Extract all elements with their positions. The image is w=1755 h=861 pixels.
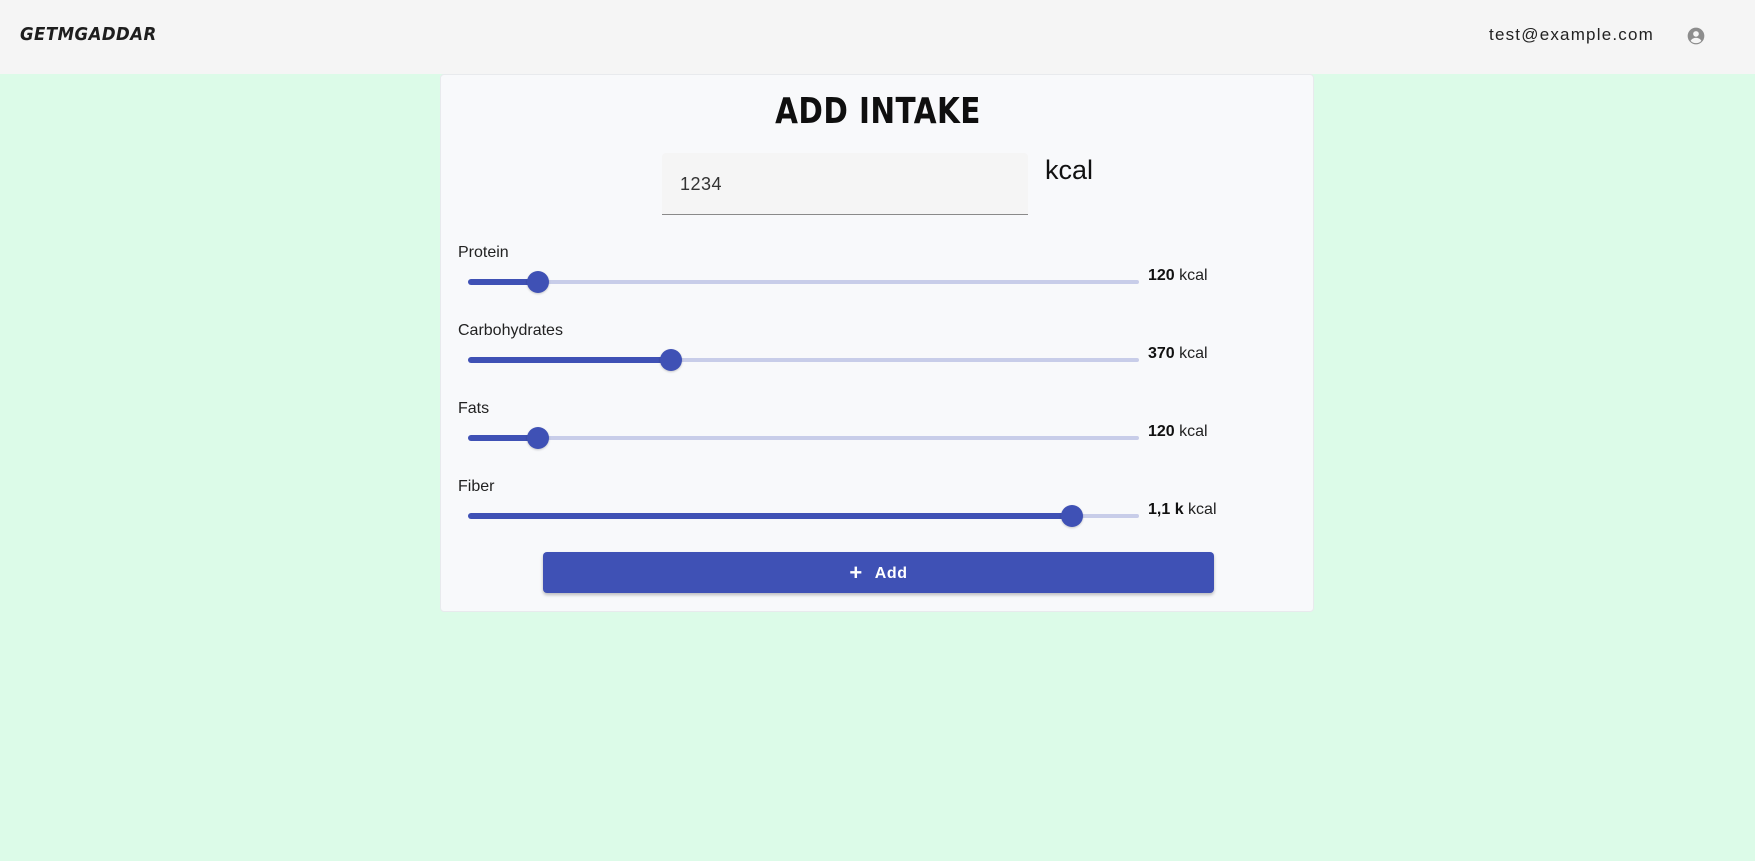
kcal-field[interactable] xyxy=(662,153,1028,215)
carbohydrates-value-unit: kcal xyxy=(1179,345,1208,362)
add-intake-card: ADD INTAKE kcal Protein 120 kcal Carbohy… xyxy=(440,74,1314,612)
slider-thumb[interactable] xyxy=(1060,505,1083,527)
fats-value-unit: kcal xyxy=(1179,423,1208,440)
carbohydrates-value-number: 370 xyxy=(1148,345,1175,362)
slider-thumb[interactable] xyxy=(527,271,550,293)
kcal-unit-label: kcal xyxy=(1045,155,1094,185)
slider-track xyxy=(468,280,1139,284)
protein-label: Protein xyxy=(458,244,509,261)
add-button-label: Add xyxy=(874,564,908,582)
kcal-input[interactable] xyxy=(680,171,1010,197)
protein-slider[interactable] xyxy=(468,268,1139,296)
page-title: ADD INTAKE xyxy=(775,91,981,132)
carbohydrates-slider[interactable] xyxy=(468,346,1139,374)
carbohydrates-label: Carbohydrates xyxy=(458,322,563,339)
slider-track xyxy=(468,436,1139,440)
fats-label: Fats xyxy=(458,400,490,417)
protein-value-number: 120 xyxy=(1148,267,1175,284)
fiber-value: 1,1 k kcal xyxy=(1148,501,1217,519)
fats-slider[interactable] xyxy=(468,424,1139,452)
add-button[interactable]: + Add xyxy=(543,552,1214,593)
fiber-value-number: 1,1 k xyxy=(1148,501,1184,518)
plus-icon: + xyxy=(849,559,863,585)
carbohydrates-value: 370 kcal xyxy=(1148,345,1208,363)
slider-fill xyxy=(468,357,672,363)
user-email: test@example.com xyxy=(1489,25,1654,44)
slider-thumb[interactable] xyxy=(660,349,683,371)
fiber-label: Fiber xyxy=(458,478,495,495)
fiber-slider[interactable] xyxy=(468,502,1139,530)
fats-value: 120 kcal xyxy=(1148,423,1208,441)
app-logo[interactable]: GETMGADDAR xyxy=(20,24,157,45)
slider-fill xyxy=(468,513,1072,519)
slider-thumb[interactable] xyxy=(527,427,550,449)
protein-value: 120 kcal xyxy=(1148,267,1208,285)
fiber-value-unit: kcal xyxy=(1188,501,1217,518)
account-circle-icon[interactable] xyxy=(1686,26,1706,46)
top-app-bar: GETMGADDAR test@example.com xyxy=(0,0,1755,74)
fats-value-number: 120 xyxy=(1148,423,1175,440)
protein-value-unit: kcal xyxy=(1179,267,1208,284)
